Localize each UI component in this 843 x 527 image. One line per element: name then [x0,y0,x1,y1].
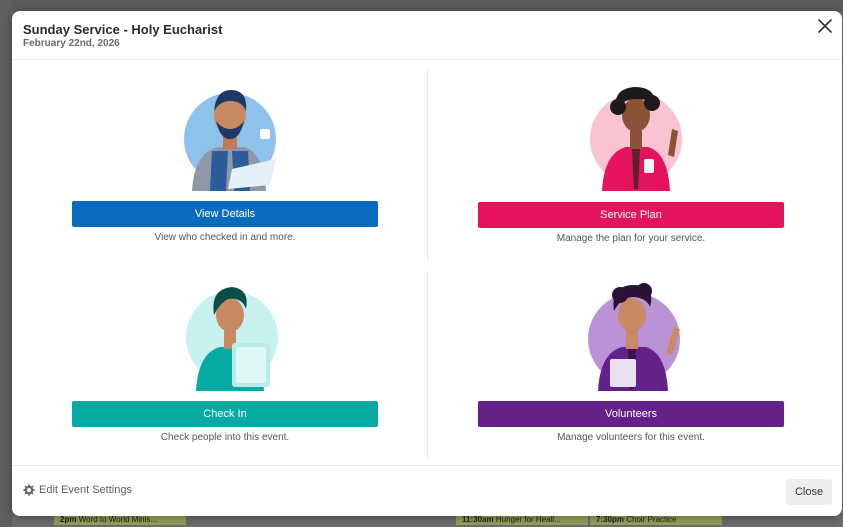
close-button[interactable]: Close [786,479,832,505]
service-plan-description: Manage the plan for your service. [556,233,706,244]
card-volunteers: Volunteers Manage volunteers for this ev… [478,281,798,451]
modal-footer: Edit Event Settings Close [12,465,842,516]
background-event-time: 7:30pm [596,515,625,524]
modal-title: Sunday Service - Holy Eucharist [23,22,223,37]
person-with-tablet-illustration [186,287,278,391]
person-with-laptop-illustration [184,89,276,191]
modal-header: Sunday Service - Holy Eucharist February… [12,11,842,60]
view-details-description: View who checked in and more. [154,232,296,243]
modal-date: February 22nd, 2026 [23,38,120,49]
gear-icon [23,484,35,496]
event-modal: Sunday Service - Holy Eucharist February… [12,11,842,516]
card-service-plan: Service Plan Manage the plan for your se… [478,81,798,251]
volunteers-button[interactable]: Volunteers [478,401,784,427]
view-details-button[interactable]: View Details [72,201,378,227]
card-view-details: View Details View who checked in and mor… [72,81,392,251]
edit-event-settings-link[interactable]: Edit Event Settings [23,484,132,496]
close-icon[interactable] [816,17,834,35]
edit-event-settings-label: Edit Event Settings [39,484,132,496]
background-event-name: Hunger for Heall... [495,515,561,524]
check-in-description: Check people into this event. [160,432,290,443]
background-event-name: Word to World Minis... [78,515,158,524]
service-plan-button[interactable]: Service Plan [478,202,784,228]
background-event-time: 11:30am [462,515,494,524]
volunteers-description: Manage volunteers for this event. [557,432,705,443]
person-with-phone-illustration [590,87,682,191]
person-waving-illustration [588,283,680,391]
background-event-time: 2pm [60,515,77,524]
background-calendar-left [0,0,12,527]
background-event-name: Choir Practice [626,515,677,524]
check-in-button[interactable]: Check In [72,401,378,427]
card-check-in: Check In Check people into this event. [72,281,392,451]
divider [427,69,428,261]
divider [427,271,428,459]
